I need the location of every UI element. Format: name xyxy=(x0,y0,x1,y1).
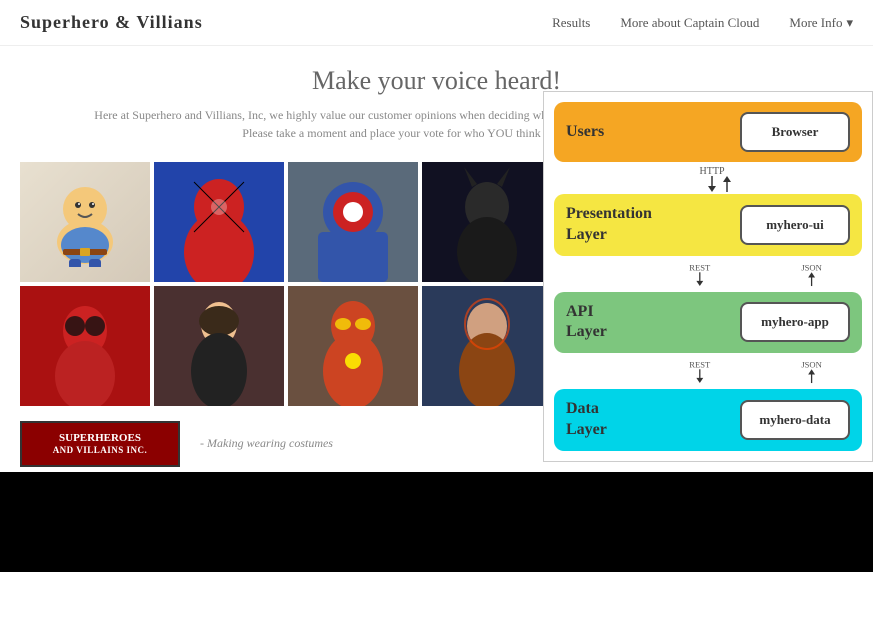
grid-cell-5[interactable] xyxy=(154,286,284,406)
presentation-layer-label: PresentationLayer xyxy=(566,204,652,246)
grid-cell-0[interactable] xyxy=(20,162,150,282)
nav-links: Results More about Captain Cloud More In… xyxy=(552,15,853,31)
http-connector-svg: HTTP xyxy=(632,162,792,194)
cartoon-character-svg xyxy=(45,177,125,267)
logo-banner: SUPERHEROES AND VILLAINS INC. xyxy=(20,421,180,467)
starlord-svg xyxy=(422,286,552,406)
api-layer-label: APILayer xyxy=(566,302,607,344)
nav-captain-cloud[interactable]: More about Captain Cloud xyxy=(620,15,759,31)
grid-cell-3[interactable] xyxy=(422,162,552,282)
data-layer: DataLayer myhero-data xyxy=(554,389,862,451)
character-grid xyxy=(0,152,572,416)
grid-cell-1[interactable] xyxy=(154,162,284,282)
architecture-diagram: Users Browser HTTP PresentationLayer myh… xyxy=(543,91,873,462)
captain-america-svg xyxy=(288,162,418,282)
logo-line2: AND VILLAINS INC. xyxy=(34,445,166,457)
svg-text:JSON: JSON xyxy=(801,360,822,370)
users-layer-box: Browser xyxy=(740,112,850,152)
api-layer: APILayer myhero-app xyxy=(554,292,862,354)
logo-line1: SUPERHEROES xyxy=(34,431,166,445)
nav-results[interactable]: Results xyxy=(552,15,590,31)
data-layer-box: myhero-data xyxy=(740,400,850,440)
svg-text:REST: REST xyxy=(689,360,711,370)
rest-json-connector-1-svg: REST JSON xyxy=(674,256,846,292)
grid-cell-4[interactable] xyxy=(20,286,150,406)
deadpool-svg xyxy=(20,286,150,406)
grid-cell-6[interactable] xyxy=(288,286,418,406)
data-layer-label: DataLayer xyxy=(566,399,607,441)
footer xyxy=(0,472,873,572)
batman-svg xyxy=(422,162,552,282)
users-layer: Users Browser xyxy=(554,102,862,162)
chevron-down-icon: ▾ xyxy=(846,15,853,31)
svg-text:REST: REST xyxy=(689,262,711,272)
presentation-layer: PresentationLayer myhero-ui xyxy=(554,194,862,256)
users-layer-label: Users xyxy=(566,122,604,143)
tagline: - Making wearing costumes xyxy=(200,436,333,451)
api-layer-box: myhero-app xyxy=(740,302,850,342)
black-widow-svg xyxy=(154,286,284,406)
main-content: Make your voice heard! Here at Superhero… xyxy=(0,46,873,572)
spiderman-svg xyxy=(154,162,284,282)
nav-more-info[interactable]: More Info ▾ xyxy=(789,15,853,31)
navigation: Superhero & Villians Results More about … xyxy=(0,0,873,46)
svg-text:JSON: JSON xyxy=(801,262,822,272)
svg-text:HTTP: HTTP xyxy=(700,166,725,177)
presentation-layer-box: myhero-ui xyxy=(740,205,850,245)
nav-more-info-label: More Info xyxy=(789,15,842,31)
iron-man-svg xyxy=(288,286,418,406)
rest-json-connector-2-svg: REST JSON xyxy=(674,353,846,389)
brand-name: Superhero & Villians xyxy=(20,12,552,33)
grid-cell-7[interactable] xyxy=(422,286,552,406)
grid-cell-2[interactable] xyxy=(288,162,418,282)
